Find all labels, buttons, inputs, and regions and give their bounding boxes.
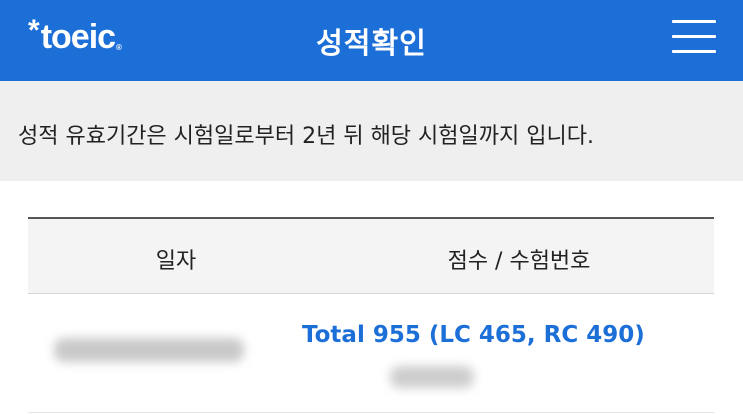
validity-notice-text: 성적 유효기간은 시험일로부터 2년 뒤 해당 시험일까지 입니다. bbox=[18, 124, 594, 149]
score-table: 일자 점수 / 수험번호 Total 955 (LC 465, RC 490) bbox=[28, 217, 714, 414]
column-header-score: 점수 / 수험번호 bbox=[447, 249, 591, 274]
blurred-exam-date bbox=[54, 338, 244, 362]
app-header: * toeic ® 성적확인 bbox=[0, 0, 743, 81]
menu-line bbox=[672, 20, 716, 23]
hamburger-menu-icon[interactable] bbox=[672, 18, 716, 56]
row-divider bbox=[28, 412, 714, 413]
validity-notice: 성적 유효기간은 시험일로부터 2년 뒤 해당 시험일까지 입니다. bbox=[0, 81, 743, 181]
menu-line bbox=[672, 50, 716, 53]
blurred-registration-number bbox=[390, 366, 474, 388]
page-title: 성적확인 bbox=[316, 26, 427, 60]
table-header: 일자 점수 / 수험번호 bbox=[28, 217, 714, 294]
column-header-date: 일자 bbox=[155, 249, 197, 274]
table-row[interactable]: Total 955 (LC 465, RC 490) bbox=[28, 294, 714, 414]
menu-line bbox=[672, 35, 716, 38]
score-total-link[interactable]: Total 955 (LC 465, RC 490) bbox=[302, 322, 645, 348]
